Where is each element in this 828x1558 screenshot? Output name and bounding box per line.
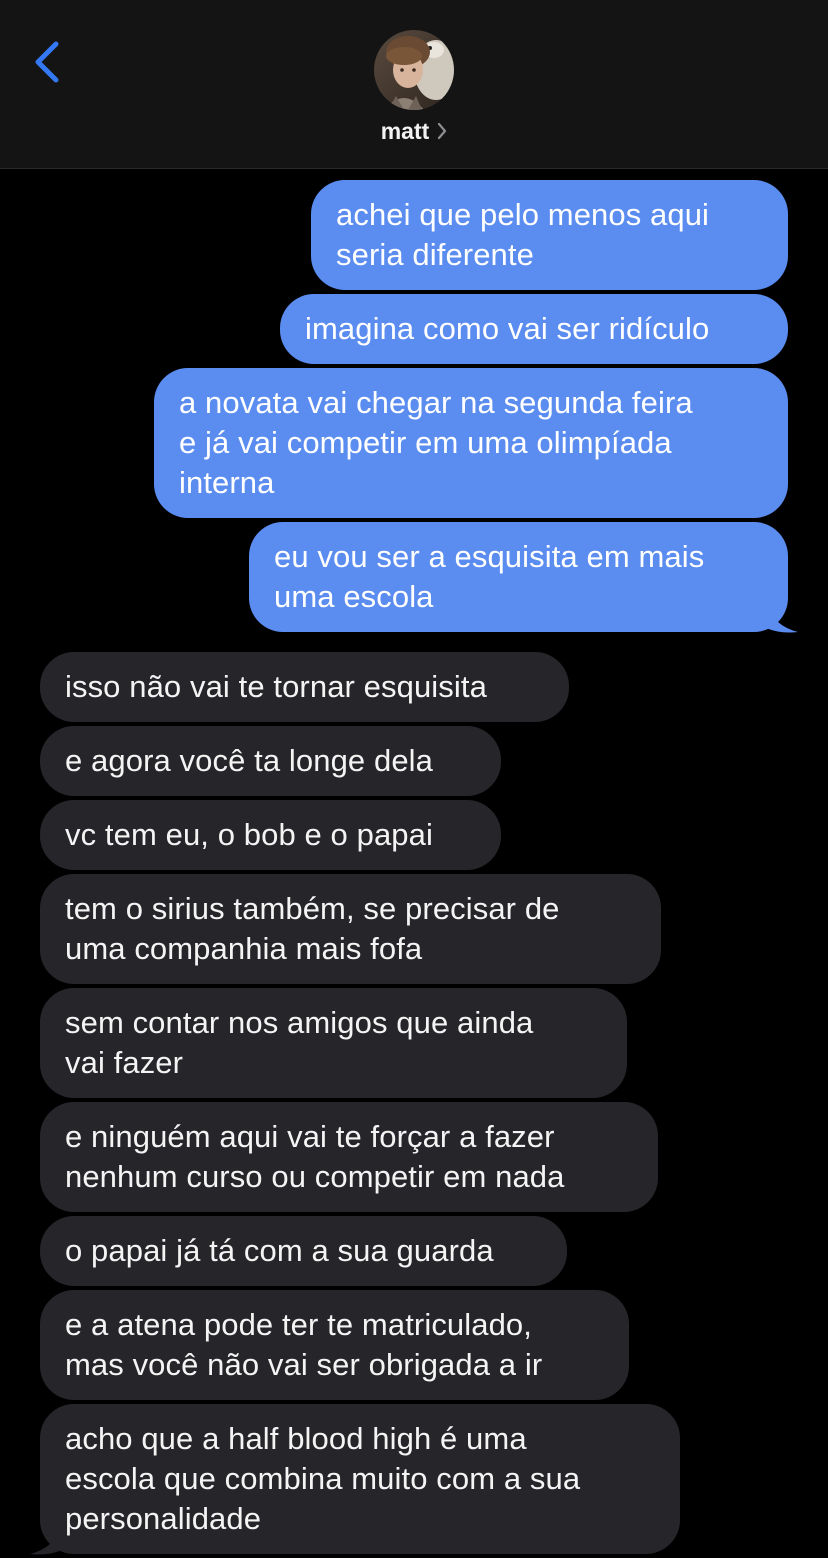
bubble-tail-received	[30, 1526, 62, 1555]
message-bubble-received[interactable]: vc tem eu, o bob e o papai	[40, 800, 501, 870]
message-thread[interactable]: achei que pelo menos aqui seria diferent…	[0, 168, 828, 1558]
message-bubble-sent[interactable]: a novata vai chegar na segunda feira e j…	[154, 368, 788, 518]
message-bubble-received[interactable]: tem o sirius também, se precisar de uma …	[40, 874, 661, 984]
avatar-photo	[374, 30, 454, 110]
message-bubble-received[interactable]: sem contar nos amigos que ainda vai faze…	[40, 988, 627, 1098]
back-button[interactable]	[26, 38, 70, 88]
message-bubble-received[interactable]: o papai já tá com a sua guarda	[40, 1216, 567, 1286]
contact-name: matt	[380, 118, 430, 144]
message-bubble-received[interactable]: e agora você ta longe dela	[40, 726, 501, 796]
message-bubble-received[interactable]: e a atena pode ter te matriculado, mas v…	[40, 1290, 629, 1400]
chevron-right-icon	[437, 119, 447, 146]
contact-name-button[interactable]: matt	[0, 118, 828, 146]
conversation-header: matt	[0, 0, 828, 169]
message-bubble-received[interactable]: isso não vai te tornar esquisita	[40, 652, 569, 722]
message-bubble-received[interactable]: acho que a half blood high é uma escola …	[40, 1404, 680, 1554]
message-bubble-sent[interactable]: achei que pelo menos aqui seria diferent…	[311, 180, 788, 290]
message-bubble-received[interactable]: e ninguém aqui vai te forçar a fazer nen…	[40, 1102, 658, 1212]
message-bubble-sent[interactable]: eu vou ser a esquisita em mais uma escol…	[249, 522, 788, 632]
chevron-left-icon	[35, 41, 59, 83]
contact-avatar[interactable]	[374, 30, 454, 110]
bubble-tail-sent	[766, 604, 798, 633]
message-bubble-sent[interactable]: imagina como vai ser ridículo	[280, 294, 788, 364]
